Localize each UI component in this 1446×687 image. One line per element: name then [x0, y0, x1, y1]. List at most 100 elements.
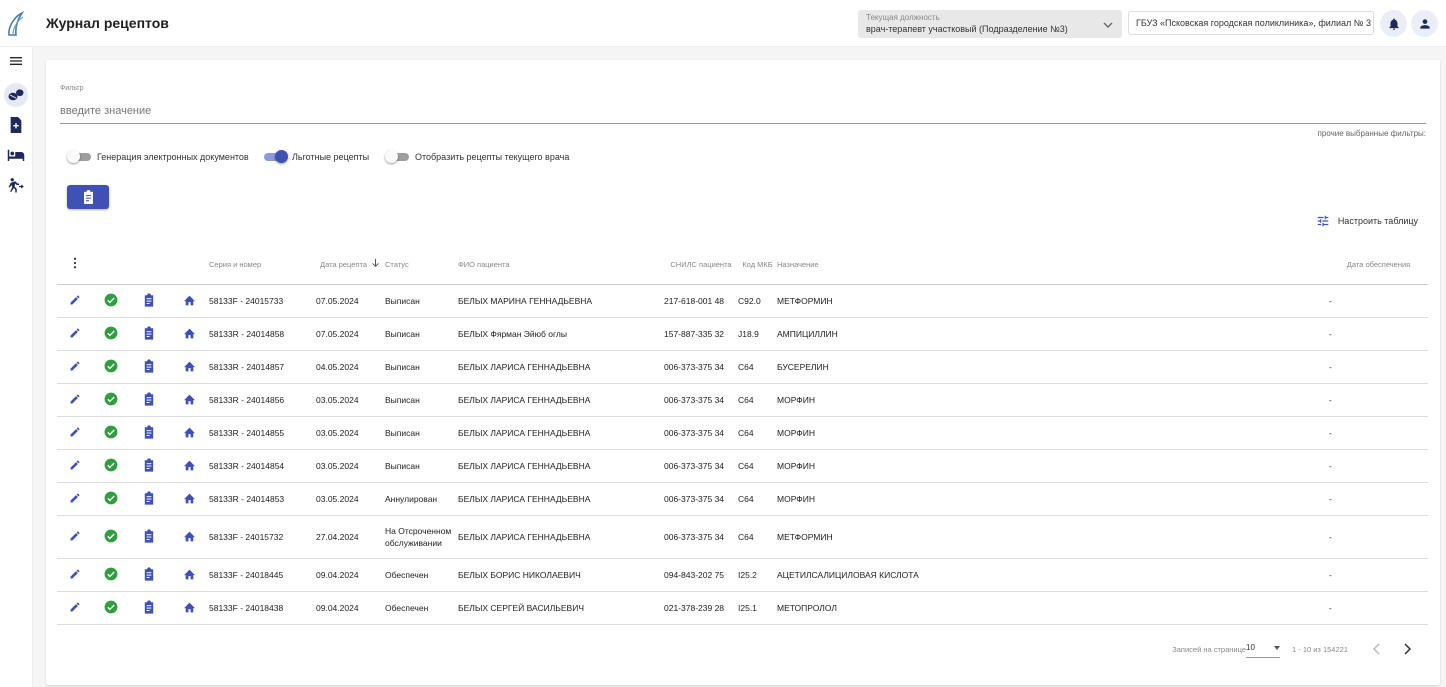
organization-select[interactable]: ГБУЗ «Псковская городская поликлиника», …: [1128, 11, 1374, 35]
cell-mkb: C64: [738, 515, 777, 559]
toggle-track[interactable]: [385, 150, 409, 163]
position-select[interactable]: Текущая должность врач-терапевт участков…: [858, 10, 1122, 38]
table-row[interactable]: 58133R - 24014854 03.05.2024 Выписан БЕЛЫХ …: [57, 449, 1428, 483]
toggle-knob[interactable]: [275, 150, 288, 163]
edit-pencil-icon[interactable]: [69, 426, 81, 440]
header-supply-date[interactable]: Дата обеспечения: [1329, 246, 1428, 285]
clipboard-icon[interactable]: [143, 358, 155, 375]
header-patient[interactable]: ФИО пациента: [458, 246, 664, 285]
sort-arrow-down-icon[interactable]: [371, 246, 385, 285]
cell-date: 04.05.2024: [316, 350, 371, 384]
user-profile-button[interactable]: [1411, 10, 1438, 37]
next-page-button[interactable]: [1398, 640, 1416, 658]
clipboard-icon[interactable]: [143, 391, 155, 408]
cell-drug: МЕТФОРМИН: [777, 515, 1329, 559]
sidebar-item-hospital[interactable]: [4, 143, 28, 167]
edit-pencil-icon[interactable]: [69, 294, 81, 308]
clipboard-icon[interactable]: [143, 490, 155, 507]
configure-table-button[interactable]: Настроить таблицу: [1316, 214, 1418, 228]
home-icon[interactable]: [183, 601, 196, 615]
toggle-label: Отобразить рецепты текущего врача: [415, 152, 570, 162]
prev-page-button[interactable]: [1368, 640, 1386, 658]
new-recipe-button[interactable]: [67, 185, 109, 209]
cell-snils: 006-373-375 34: [664, 350, 738, 384]
edit-pencil-icon[interactable]: [69, 492, 81, 506]
cell-mkb: C64: [738, 350, 777, 384]
home-icon[interactable]: [183, 327, 196, 341]
home-icon[interactable]: [183, 360, 196, 374]
clipboard-icon[interactable]: [143, 599, 155, 616]
cell-drug: МОРФИН: [777, 449, 1329, 483]
header-mkb[interactable]: Код МКБ: [738, 246, 777, 285]
table-row[interactable]: 58133F - 24015732 27.04.2024 На Отсроченно…: [57, 515, 1428, 559]
sidebar-item-documents[interactable]: [4, 113, 28, 137]
edit-pencil-icon[interactable]: [69, 327, 81, 341]
home-icon[interactable]: [183, 530, 196, 544]
table-row[interactable]: 58133R - 24014857 04.05.2024 Выписан БЕЛЫХ …: [57, 350, 1428, 384]
cell-patient: БЕЛЫХ СЕРГЕЙ ВАСИЛЬЕВИЧ: [458, 591, 664, 625]
edit-pencil-icon[interactable]: [69, 601, 81, 615]
page-size-select[interactable]: 10: [1246, 640, 1280, 658]
header-status[interactable]: Статус: [385, 246, 458, 285]
toggle-electronic-docs[interactable]: Генерация электронных документов: [67, 150, 249, 163]
cell-series: 58133R - 24014853: [209, 482, 316, 516]
edit-pencil-icon[interactable]: [69, 360, 81, 374]
header-series[interactable]: Серия и номер: [209, 246, 316, 285]
home-icon[interactable]: [183, 426, 196, 440]
home-icon[interactable]: [183, 492, 196, 506]
toggle-label: Льготные рецепты: [292, 152, 370, 162]
header-date[interactable]: Дата рецепта: [316, 246, 371, 285]
header-empty: [129, 246, 169, 285]
notifications-button[interactable]: [1380, 10, 1407, 37]
table-row[interactable]: 58133R - 24014858 07.05.2024 Выписан БЕЛЫХ …: [57, 317, 1428, 351]
cell-status: На Отсроченном обслуживании: [385, 515, 458, 559]
clipboard-icon[interactable]: [143, 457, 155, 474]
clipboard-icon[interactable]: [143, 424, 155, 441]
table-row[interactable]: 58133R - 24014856 03.05.2024 Выписан БЕЛЫХ …: [57, 383, 1428, 417]
cell-drug: БУСЕРЕЛИН: [777, 350, 1329, 384]
edit-pencil-icon[interactable]: [69, 568, 81, 582]
header-drug[interactable]: Назначение: [777, 246, 1329, 285]
column-menu-button[interactable]: [57, 246, 93, 285]
table-row[interactable]: 58133F - 24018438 09.04.2024 Обеспечен БЕЛЫ…: [57, 591, 1428, 625]
filter-input[interactable]: [60, 98, 1426, 124]
table-row[interactable]: 58133F - 24015733 07.05.2024 Выписан БЕЛЫХ …: [57, 284, 1428, 318]
edit-pencil-icon[interactable]: [69, 393, 81, 407]
cell-snils: 217-618-001 48: [664, 284, 738, 318]
edit-pencil-icon[interactable]: [69, 459, 81, 473]
cell-date: 09.04.2024: [316, 591, 371, 625]
menu-icon[interactable]: [4, 49, 28, 73]
table-row[interactable]: 58133R - 24014855 03.05.2024 Выписан БЕЛЫХ …: [57, 416, 1428, 450]
cell-drug: АМПИЦИЛЛИН: [777, 317, 1329, 351]
toggle-preferential-recipes[interactable]: Льготные рецепты: [264, 150, 370, 163]
app-logo-icon[interactable]: [6, 10, 26, 37]
home-icon[interactable]: [183, 568, 196, 582]
toggle-track[interactable]: [67, 150, 91, 163]
home-icon[interactable]: [183, 459, 196, 473]
clipboard-icon[interactable]: [143, 528, 155, 545]
table-row[interactable]: 58133R - 24014853 03.05.2024 Аннулирован БЕ…: [57, 482, 1428, 516]
check-circle-icon: [104, 600, 118, 616]
home-icon[interactable]: [183, 393, 196, 407]
cell-supply-date: -: [1329, 383, 1428, 417]
cell-status: Аннулирован: [385, 482, 458, 516]
home-icon[interactable]: [183, 294, 196, 308]
pills-icon: [8, 89, 24, 101]
toggle-knob[interactable]: [385, 150, 398, 163]
toggle-knob[interactable]: [67, 150, 80, 163]
sidebar-item-transfer[interactable]: [4, 173, 28, 197]
header-snils[interactable]: СНИЛС пациента: [664, 246, 738, 285]
clipboard-icon[interactable]: [143, 325, 155, 342]
cell-patient: БЕЛЫХ БОРИС НИКОЛАЕВИЧ: [458, 558, 664, 592]
edit-pencil-icon[interactable]: [69, 530, 81, 544]
sidebar-item-pills[interactable]: [4, 83, 28, 107]
clipboard-icon[interactable]: [143, 566, 155, 583]
cell-date: 03.05.2024: [316, 416, 371, 450]
cell-series: 58133R - 24014856: [209, 383, 316, 417]
check-circle-icon: [104, 392, 118, 408]
table-row[interactable]: 58133F - 24018445 09.04.2024 Обеспечен БЕЛЫ…: [57, 558, 1428, 592]
toggle-current-doctor[interactable]: Отобразить рецепты текущего врача: [385, 150, 570, 163]
clipboard-icon[interactable]: [143, 292, 155, 309]
cell-supply-date: -: [1329, 558, 1428, 592]
toggle-track[interactable]: [264, 150, 288, 163]
